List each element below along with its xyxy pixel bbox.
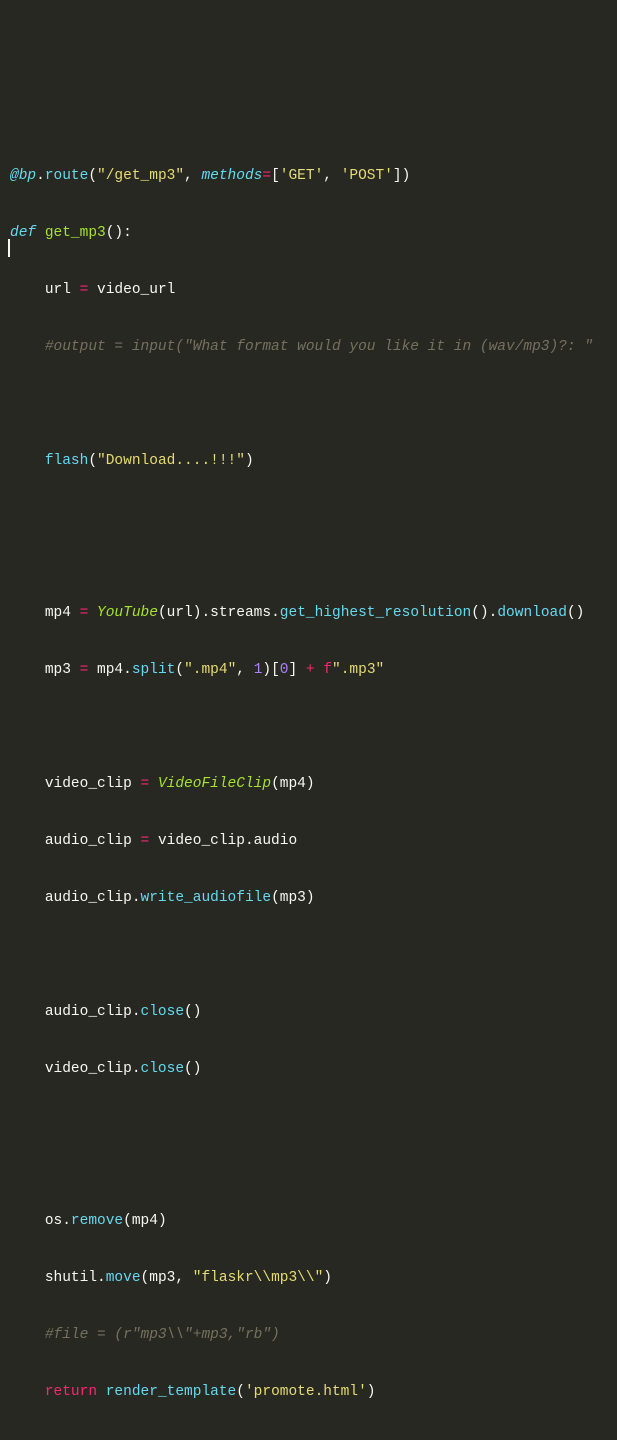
- code-line: mp4 = YouTube(url).streams.get_highest_r…: [10, 604, 617, 623]
- comment: #file = (r"mp3\\"+mp3,"rb"): [45, 1327, 280, 1343]
- decorator: @bp: [10, 168, 36, 184]
- route-path: "/get_mp3": [97, 168, 184, 184]
- code-line: #file = (r"mp3\\"+mp3,"rb"): [10, 1326, 617, 1345]
- code-line: flash("Download....!!!"): [10, 452, 617, 471]
- code-line: @bp.route("/get_mp3", methods=['GET', 'P…: [10, 167, 617, 186]
- code-line: os.remove(mp4): [10, 1212, 617, 1231]
- code-line: [10, 718, 617, 737]
- code-line: [10, 946, 617, 965]
- code-line: [10, 1117, 617, 1136]
- code-line: mp3 = mp4.split(".mp4", 1)[0] + f".mp3": [10, 661, 617, 680]
- text-cursor: [8, 239, 10, 257]
- code-line: video_clip = VideoFileClip(mp4): [10, 775, 617, 794]
- code-line: [10, 1155, 617, 1174]
- code-line: [10, 509, 617, 528]
- function-name: get_mp3: [45, 225, 106, 241]
- code-line: #output = input("What format would you l…: [10, 338, 617, 357]
- code-line: return render_template('promote.html'): [10, 1383, 617, 1402]
- code-editor[interactable]: @bp.route("/get_mp3", methods=['GET', 'P…: [0, 0, 617, 1440]
- code-line: shutil.move(mp3, "flaskr\\mp3\\"): [10, 1269, 617, 1288]
- code-line: audio_clip.close(): [10, 1003, 617, 1022]
- code-line: audio_clip = video_clip.audio: [10, 832, 617, 851]
- code-line: url = video_url: [10, 281, 617, 300]
- code-line: def get_mp3():: [10, 224, 617, 243]
- code-line: [10, 547, 617, 566]
- code-line: audio_clip.write_audiofile(mp3): [10, 889, 617, 908]
- code-line: video_clip.close(): [10, 1060, 617, 1079]
- code-line: [10, 395, 617, 414]
- comment: #output = input("What format would you l…: [45, 339, 593, 355]
